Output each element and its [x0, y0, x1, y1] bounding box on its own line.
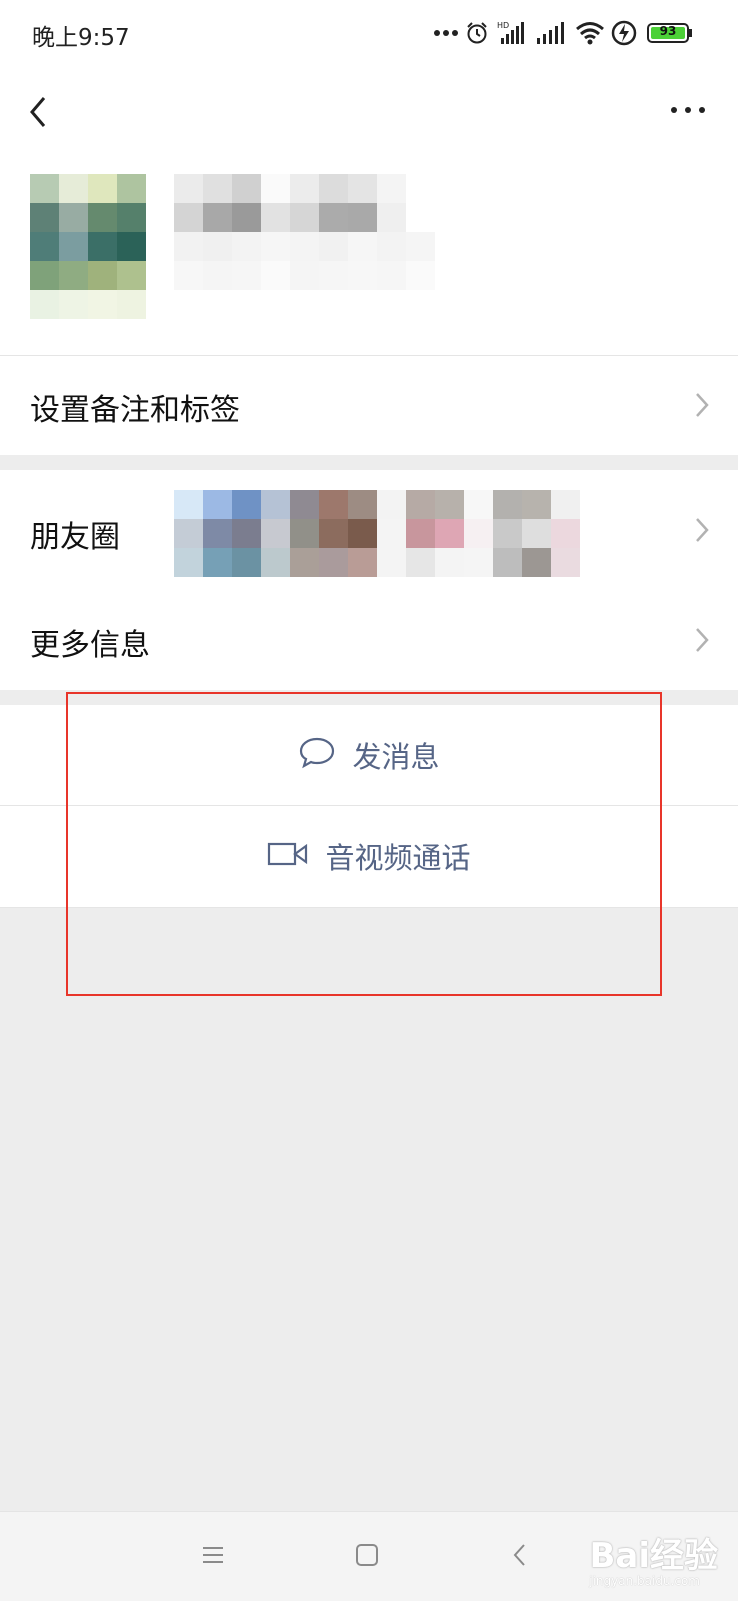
- status-time: 晚上9:57: [32, 25, 130, 51]
- signal-hd-icon: HD: [496, 18, 528, 48]
- highlight-box: [66, 692, 662, 996]
- more-options-icon[interactable]: [668, 100, 708, 120]
- charging-icon: [610, 18, 638, 48]
- profile-name-blurred: [174, 174, 435, 290]
- watermark-url: jingyan.baidu.com: [589, 1574, 700, 1588]
- network-badge: HD: [497, 21, 509, 30]
- avatar[interactable]: [30, 174, 146, 319]
- chevron-right-icon: [696, 393, 709, 417]
- menu-icon[interactable]: [200, 1542, 226, 1568]
- divider: [0, 355, 738, 356]
- remark-tags-label: 设置备注和标签: [30, 393, 240, 428]
- alarm-icon: [464, 18, 490, 48]
- back-arrow-icon[interactable]: [24, 92, 56, 132]
- wifi-icon: [574, 18, 606, 48]
- watermark-brand: Bai经验: [589, 1536, 718, 1576]
- more-info-row[interactable]: [0, 578, 738, 690]
- more-dots-icon: [432, 18, 460, 48]
- back-icon[interactable]: [510, 1542, 530, 1568]
- battery-level: 93: [659, 24, 677, 38]
- home-icon[interactable]: [354, 1542, 380, 1568]
- moments-row[interactable]: [0, 470, 738, 578]
- remark-tags-row[interactable]: 设置备注和标签: [0, 355, 738, 455]
- signal-icon: [534, 18, 566, 48]
